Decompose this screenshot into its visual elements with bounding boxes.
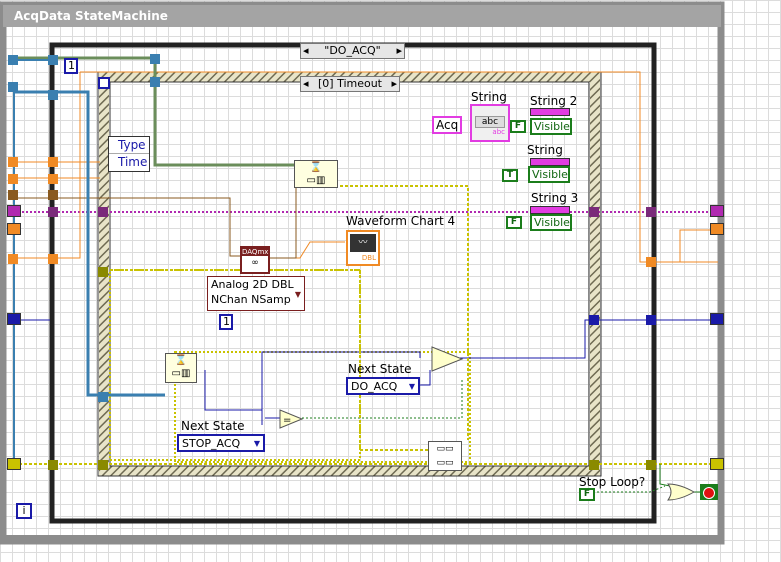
stop-loop-label: Stop Loop? — [579, 475, 646, 489]
outer-case-next-arrow[interactable]: ▸ — [396, 44, 402, 58]
false-constant-2[interactable]: F — [506, 216, 522, 229]
daqmx-mode-line1: Analog 2D DBL — [211, 278, 294, 291]
next-state-1-label: Next State — [348, 362, 412, 376]
shift-register-node[interactable]: ⌛ ▭▥ — [165, 353, 197, 383]
shift-register-right-error — [710, 458, 724, 470]
timer-node[interactable]: ⌛ ▭▥ — [294, 160, 338, 188]
unbundle-type: Type — [118, 138, 146, 152]
stop-terminal[interactable] — [700, 484, 718, 500]
shift-register-left-enum — [7, 313, 21, 325]
string2-label: String 2 — [530, 94, 578, 108]
shift-register-right-string — [710, 205, 724, 217]
bundle-by-name-node[interactable]: ▭▭ ▭▭ — [428, 441, 462, 471]
iteration-terminal: i — [16, 503, 32, 519]
window-title: AcqData StateMachine — [14, 9, 168, 23]
string-label: String — [471, 90, 507, 104]
timeout-terminal — [98, 77, 110, 89]
unbundle-time: Time — [109, 153, 149, 170]
inner-case-prev-arrow[interactable]: ◂ — [303, 77, 309, 91]
shift-register-left-orange — [7, 223, 21, 235]
inner-case-label: [0] Timeout — [317, 77, 382, 90]
unbundle-by-name[interactable]: Type Time — [108, 136, 150, 172]
next-state-2-value: STOP_ACQ — [182, 437, 241, 450]
waveform-type: DBL — [361, 254, 376, 262]
chevron-down-icon: ▼ — [253, 439, 260, 448]
stop-false-constant[interactable]: F — [579, 488, 595, 501]
string2-refnum — [530, 108, 570, 116]
string-abc-value: abc — [475, 116, 505, 128]
outer-loop-bottom — [3, 535, 721, 544]
daqmx-mode-line2: NChan NSamp — [211, 293, 291, 306]
outer-case-prev-arrow[interactable]: ◂ — [303, 44, 309, 58]
shift-register-left-error — [7, 458, 21, 470]
svg-text:=: = — [283, 415, 291, 426]
next-state-do-acq[interactable]: DO_ACQ ▼ — [346, 377, 420, 395]
daqmx-read-node[interactable]: DAQmx ∞ — [240, 246, 270, 274]
acq-string-constant[interactable]: Acq — [432, 116, 462, 134]
outer-case-frame — [49, 42, 657, 524]
chart-icon: 〰 — [350, 234, 376, 252]
next-state-2-label: Next State — [181, 419, 245, 433]
or-gate — [667, 483, 696, 501]
true-constant-1[interactable]: T — [502, 169, 518, 182]
chevron-down-icon: ▼ — [294, 290, 301, 299]
inner-case-selector[interactable]: ◂ [0] Timeout ▸ — [300, 76, 400, 92]
next-state-1-value: DO_ACQ — [351, 380, 398, 393]
samples-constant[interactable]: 1 — [219, 314, 233, 330]
string-visible-label: String — [527, 143, 563, 157]
chevron-down-icon: ▼ — [408, 382, 415, 391]
shift-register-left-string — [7, 205, 21, 217]
waveform-chart-terminal[interactable]: 〰 DBL — [346, 230, 380, 266]
loop-count-constant[interactable]: 1 — [64, 58, 78, 74]
daqmx-label: DAQmx — [242, 248, 269, 256]
daqmx-mode-selector[interactable]: Analog 2D DBL NChan NSamp ▼ — [207, 276, 305, 311]
waveform-chart-label: Waveform Chart 4 — [346, 214, 456, 228]
glasses-icon: ∞ — [251, 258, 259, 268]
false-constant-1[interactable]: F — [510, 120, 526, 133]
outer-case-label: "DO_ACQ" — [324, 44, 381, 57]
shift-register-right-orange — [710, 223, 724, 235]
string2-visible-property[interactable]: Visible — [530, 118, 572, 135]
string3-refnum — [530, 206, 570, 214]
outer-case-selector[interactable]: ◂ "DO_ACQ" ▸ — [300, 43, 405, 59]
next-state-stop-acq[interactable]: STOP_ACQ ▼ — [177, 434, 265, 452]
string-property-node[interactable]: abc abc — [470, 104, 510, 142]
select-node — [431, 346, 464, 372]
string3-label: String 3 — [531, 191, 579, 205]
string3-visible-property[interactable]: Visible — [530, 214, 572, 231]
string-refnum — [530, 158, 570, 166]
stop-icon — [703, 487, 715, 499]
inner-case-frame — [99, 72, 600, 476]
inner-case-next-arrow[interactable]: ▸ — [391, 77, 397, 91]
shift-register-right-enum — [710, 313, 724, 325]
string-abc-type: abc — [492, 128, 505, 136]
string-visible-property[interactable]: Visible — [528, 166, 570, 183]
